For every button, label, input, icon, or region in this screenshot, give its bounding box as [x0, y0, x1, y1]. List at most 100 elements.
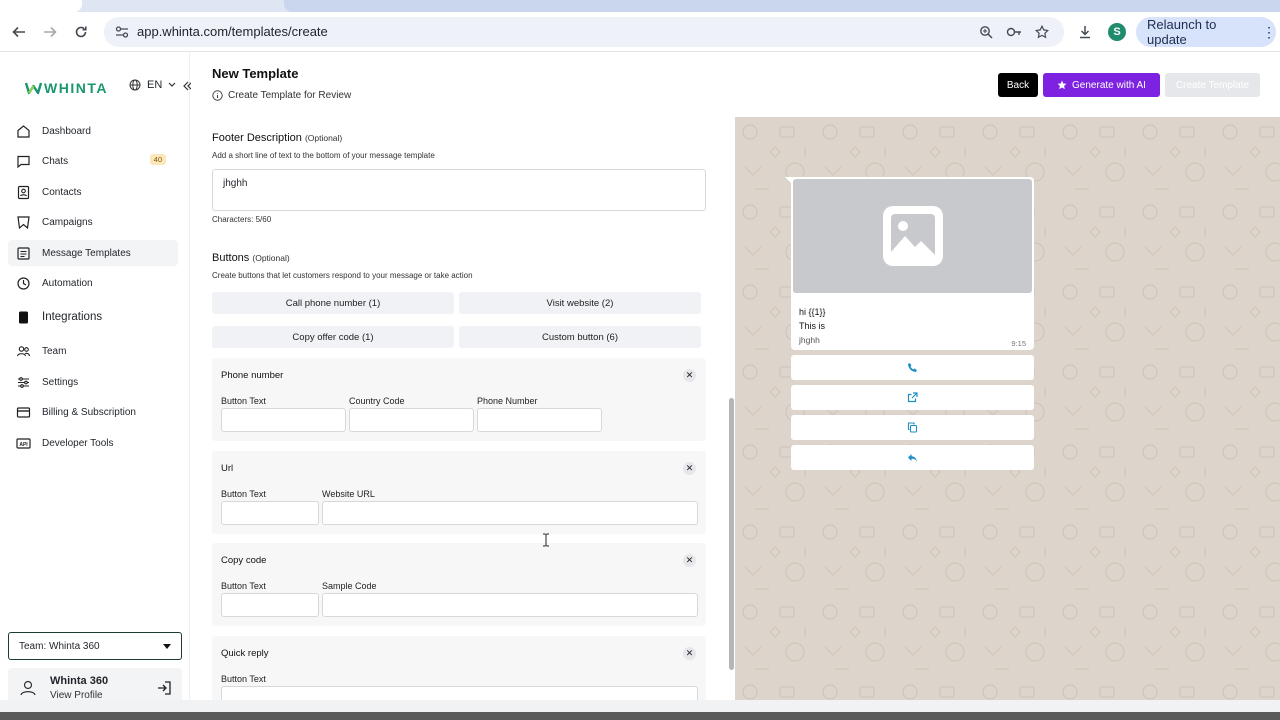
website-url-input[interactable] [322, 501, 698, 525]
integrations-icon [19, 311, 28, 323]
sidebar-item-integrations[interactable]: Integrations [8, 304, 178, 330]
optional-tag: (Optional) [252, 253, 290, 263]
active-tab[interactable] [0, 0, 82, 12]
relaunch-button[interactable]: Relaunch to update ⋮ [1136, 17, 1276, 47]
logout-icon[interactable] [156, 680, 172, 696]
settings-icon [18, 376, 29, 388]
automation-icon [17, 276, 30, 290]
sidebar-item-label: Developer Tools [42, 437, 114, 449]
footer-section-title: Footer Description (Optional) [212, 132, 342, 144]
page-header: New Template Create Template for Review … [191, 52, 1280, 117]
logo[interactable]: WHINTA [25, 79, 108, 97]
close-icon[interactable]: ✕ [683, 554, 696, 567]
button-text-input[interactable] [221, 686, 698, 700]
button-text-input[interactable] [221, 593, 319, 617]
forward-arrow-icon[interactable] [40, 22, 60, 42]
page-title: New Template [212, 66, 299, 81]
buttons-title-text: Buttons [212, 252, 250, 264]
sidebar-item-developer-tools[interactable]: API Developer Tools [8, 430, 178, 456]
copy-offer-code-button[interactable]: Copy offer code (1) [212, 326, 454, 348]
profile-avatar[interactable]: S [1108, 23, 1126, 41]
sidebar-item-label: Campaigns [42, 216, 93, 228]
template-icon [17, 246, 30, 260]
sidebar-item-label: Settings [42, 376, 79, 388]
custom-button[interactable]: Custom button (6) [459, 326, 701, 348]
footer-textarea[interactable]: jhghh [212, 169, 706, 211]
generate-ai-button[interactable]: Generate with AI [1043, 73, 1160, 97]
sidebar-item-chats[interactable]: Chats 40 [8, 148, 178, 174]
create-template-button[interactable]: Create Template [1165, 73, 1260, 97]
billing-icon [16, 406, 31, 418]
optional-tag: (Optional) [304, 133, 343, 143]
url-card: Url ✕ Button Text Website URL [212, 451, 706, 534]
sidebar-item-label: Team [42, 345, 67, 357]
message-body: hi {{1}} This is [799, 305, 826, 333]
site-settings-icon[interactable] [114, 24, 130, 40]
sample-code-input[interactable] [322, 593, 698, 617]
more-vert-icon: ⋮ [1262, 23, 1276, 40]
sidebar: WHINTA EN Dashboard Chats 40 Contacts Ca… [0, 52, 193, 712]
phone-number-card: Phone number ✕ Button Text Country Code … [212, 358, 706, 441]
back-button[interactable]: Back [998, 73, 1038, 97]
copy-icon [907, 422, 918, 433]
zoom-icon[interactable] [976, 22, 996, 42]
sidebar-item-billing[interactable]: Billing & Subscription [8, 399, 178, 425]
field-label: Button Text [221, 489, 266, 499]
team-selector-label: Team: Whinta 360 [19, 640, 100, 652]
country-code-input[interactable] [349, 408, 474, 432]
field-label: Sample Code [322, 581, 377, 591]
close-icon[interactable]: ✕ [683, 647, 696, 660]
back-arrow-icon[interactable] [9, 22, 29, 42]
message-footer: jhghh [799, 335, 820, 345]
phone-number-input[interactable] [477, 408, 602, 432]
window-bottom-edge [0, 700, 1280, 720]
preview-call-button [791, 355, 1034, 380]
reload-icon[interactable] [71, 22, 91, 42]
message-preview: hi {{1}} This is jhghh 9:15 [735, 117, 1280, 700]
sidebar-item-settings[interactable]: Settings [8, 369, 178, 395]
button-text-input[interactable] [221, 408, 346, 432]
password-key-icon[interactable] [1004, 22, 1024, 42]
message-line: hi {{1}} [799, 307, 826, 317]
sidebar-item-label: Integrations [42, 311, 103, 323]
message-time: 9:15 [1011, 339, 1026, 348]
field-label: Button Text [221, 581, 266, 591]
card-title: Quick reply [221, 648, 269, 659]
sidebar-item-team[interactable]: Team [8, 338, 178, 364]
sidebar-item-dashboard[interactable]: Dashboard [8, 118, 178, 144]
card-title: Phone number [221, 370, 284, 381]
close-icon[interactable]: ✕ [683, 369, 696, 382]
sidebar-item-campaigns[interactable]: Campaigns [8, 209, 178, 235]
info-icon [212, 90, 223, 101]
sidebar-item-contacts[interactable]: Contacts [8, 179, 178, 205]
form-scrollbar[interactable] [729, 398, 734, 670]
url-text[interactable]: app.whinta.com/templates/create [137, 24, 328, 39]
team-selector[interactable]: Team: Whinta 360 [8, 632, 182, 660]
address-bar[interactable]: app.whinta.com/templates/create [104, 17, 1064, 47]
field-label: Button Text [221, 674, 266, 684]
phone-icon [908, 363, 917, 372]
sidebar-item-label: Message Templates [42, 247, 131, 259]
template-form: Footer Description (Optional) Add a shor… [191, 117, 735, 700]
download-icon[interactable] [1075, 22, 1095, 42]
team-icon [16, 345, 31, 356]
sidebar-item-automation[interactable]: Automation [8, 270, 178, 296]
api-icon: API [16, 437, 31, 449]
campaigns-icon [17, 215, 30, 229]
preview-copy-button [791, 415, 1034, 440]
logo-text: WHINTA [44, 80, 108, 96]
page-subtitle: Create Template for Review [212, 90, 351, 101]
field-label: Phone Number [477, 396, 538, 406]
inactive-tab[interactable] [284, 0, 1280, 12]
sidebar-item-message-templates[interactable]: Message Templates [8, 240, 178, 266]
close-icon[interactable]: ✕ [683, 462, 696, 475]
media-placeholder [793, 179, 1032, 293]
button-text-input[interactable] [221, 501, 319, 525]
card-title: Url [221, 463, 234, 474]
bookmark-star-icon[interactable] [1032, 22, 1052, 42]
visit-website-button[interactable]: Visit website (2) [459, 292, 701, 314]
language-selector[interactable]: EN [129, 79, 176, 91]
footer-description: Add a short line of text to the bottom o… [212, 151, 435, 160]
call-phone-button[interactable]: Call phone number (1) [212, 292, 454, 314]
image-icon [883, 206, 943, 266]
